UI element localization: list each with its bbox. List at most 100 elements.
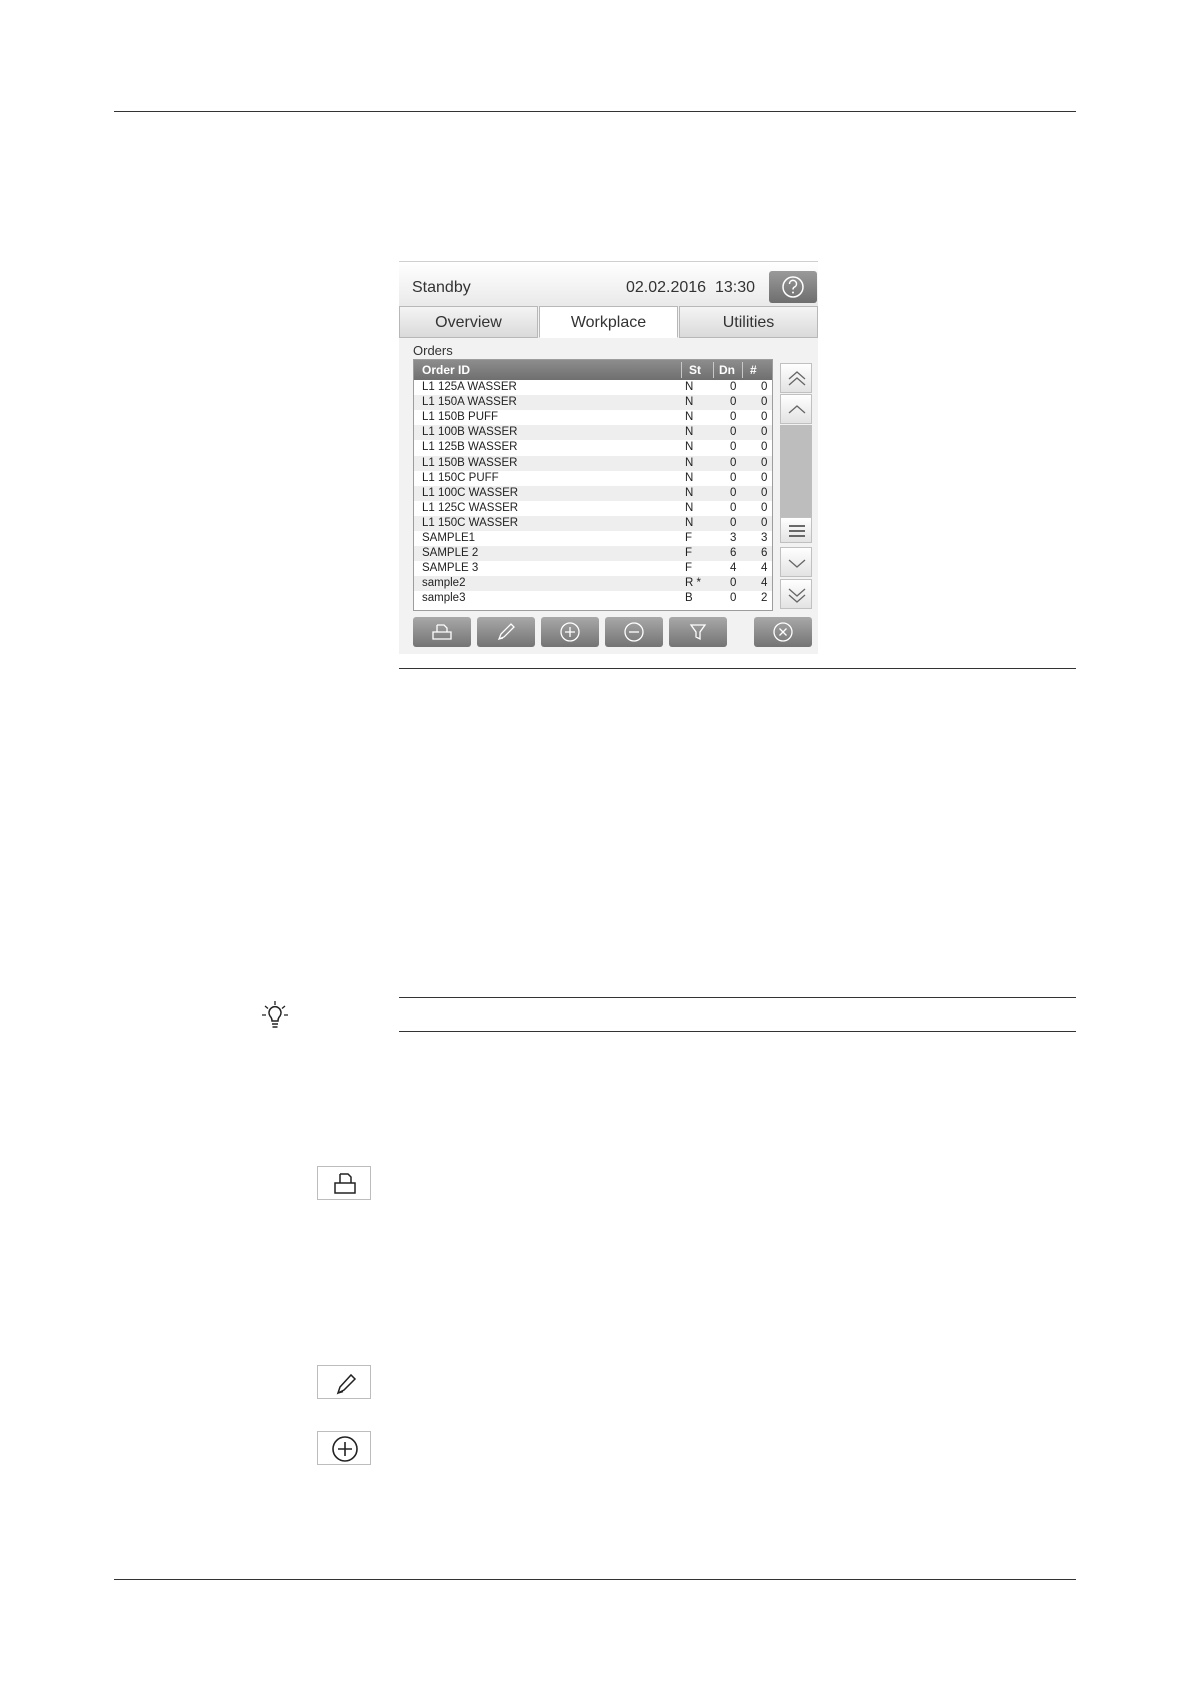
table-row[interactable]: L1 100C WASSER N 0 0	[414, 485, 772, 501]
done-cell: 0	[730, 411, 737, 424]
order-id-cell: L1 150C WASSER	[422, 516, 519, 529]
column-header-dn[interactable]: Dn	[719, 363, 735, 377]
order-id-cell: SAMPLE 2	[422, 547, 479, 560]
done-cell: 0	[730, 501, 737, 514]
scroll-up-button[interactable]	[780, 394, 812, 424]
count-cell: 0	[761, 486, 768, 499]
order-id-cell: SAMPLE 3	[422, 562, 479, 575]
scroll-thumb[interactable]	[780, 517, 812, 543]
count-cell: 0	[761, 426, 768, 439]
tip-bottom-rule	[399, 1031, 1076, 1032]
order-id-cell: L1 125B WASSER	[422, 441, 518, 454]
status-cell: B	[685, 592, 693, 605]
done-cell: 0	[730, 456, 737, 469]
column-header-count[interactable]: #	[750, 363, 757, 377]
table-row[interactable]: L1 150B PUFF N 0 0	[414, 410, 772, 425]
count-cell: 0	[761, 516, 768, 529]
column-divider	[742, 362, 743, 378]
tab-bar: Overview Workplace Utilities	[399, 306, 818, 339]
table-row[interactable]: SAMPLE 3 F 4 4	[414, 561, 772, 576]
table-row[interactable]: L1 100B WASSER N 0 0	[414, 425, 772, 441]
order-id-cell: L1 150B WASSER	[422, 456, 518, 469]
order-id-cell: SAMPLE1	[422, 532, 476, 544]
scroll-top-button[interactable]	[780, 363, 812, 393]
table-row[interactable]: L1 150C WASSER N 0 0	[414, 515, 772, 531]
status-cell: N	[685, 411, 694, 424]
time-text: 13:30	[715, 279, 756, 296]
column-header-order-id[interactable]: Order ID	[422, 363, 470, 377]
double-chevron-down-icon	[788, 588, 806, 603]
status-cell: N	[685, 516, 694, 529]
chevron-down-icon	[788, 559, 806, 568]
count-cell: 6	[761, 547, 768, 560]
done-cell: 0	[730, 471, 737, 484]
status-cell: N	[685, 381, 694, 393]
status-cell: R *	[685, 577, 701, 590]
status-cell: F	[685, 562, 693, 575]
plus-circle-icon	[332, 1436, 358, 1462]
count-cell: 0	[761, 501, 768, 514]
tab-overview[interactable]: Overview	[399, 306, 538, 338]
figure-bottom-rule	[399, 668, 1076, 669]
done-cell: 0	[730, 426, 737, 439]
lightbulb-icon	[262, 1001, 288, 1028]
edit-button[interactable]	[477, 617, 535, 647]
print-icon	[432, 624, 452, 640]
status-cell: F	[685, 532, 693, 544]
pencil-icon-legend	[317, 1365, 371, 1399]
scroll-bottom-button[interactable]	[780, 579, 812, 609]
table-row[interactable]: L1 125C WASSER N 0 0	[414, 501, 772, 516]
order-id-cell: L1 150C PUFF	[422, 471, 499, 484]
order-id-cell: sample3	[422, 592, 466, 605]
scroll-track[interactable]	[780, 425, 812, 525]
double-chevron-up-icon	[788, 371, 806, 386]
table-row[interactable]: L1 125B WASSER N 0 0	[414, 440, 772, 455]
table-row[interactable]: sample2 R * 0 4	[414, 576, 772, 592]
tab-workplace[interactable]: Workplace	[539, 306, 678, 338]
column-header-st[interactable]: St	[689, 363, 701, 377]
status-text: Standby	[412, 279, 471, 296]
order-id-cell: L1 100B WASSER	[422, 426, 518, 439]
orders-table: Order ID St Dn # L1 125A WASSER N 0 0 L1 150…	[413, 359, 773, 611]
count-cell: 4	[761, 562, 768, 575]
scroll-down-button[interactable]	[780, 547, 812, 577]
count-cell: 2	[761, 592, 768, 605]
scrollbar[interactable]	[780, 363, 812, 609]
done-cell: 4	[730, 562, 737, 575]
table-row[interactable]: L1 150A WASSER N 0 0	[414, 395, 772, 411]
close-circle-icon	[773, 622, 793, 642]
filter-button[interactable]	[669, 617, 727, 647]
table-row[interactable]: SAMPLE 2 F 6 6	[414, 546, 772, 562]
date-text: 02.02.2016	[626, 279, 707, 296]
status-cell: N	[685, 486, 694, 499]
count-cell: 3	[761, 532, 768, 544]
print-icon	[334, 1173, 356, 1194]
add-button[interactable]	[541, 617, 599, 647]
table-row[interactable]: L1 150B WASSER N 0 0	[414, 455, 772, 471]
done-cell: 0	[730, 592, 737, 605]
status-bar: Standby 02.02.2016 13:30	[399, 262, 818, 307]
print-button[interactable]	[413, 617, 471, 647]
order-id-cell: sample2	[422, 577, 466, 590]
help-button[interactable]	[769, 271, 817, 303]
help-icon	[782, 276, 804, 298]
table-row[interactable]: sample3 B 0 2	[414, 591, 772, 606]
order-id-cell: L1 100C WASSER	[422, 486, 519, 499]
tab-utilities[interactable]: Utilities	[679, 306, 818, 338]
count-cell: 0	[761, 456, 768, 469]
close-button[interactable]	[754, 617, 812, 647]
remove-button[interactable]	[605, 617, 663, 647]
status-cell: N	[685, 426, 694, 439]
done-cell: 6	[730, 547, 737, 560]
column-divider	[713, 362, 714, 378]
minus-circle-icon	[624, 622, 644, 642]
device-screen: Standby 02.02.2016 13:30 Overview Workpl…	[399, 261, 818, 654]
table-row[interactable]: L1 125A WASSER N 0 0	[414, 380, 772, 395]
status-cell: N	[685, 456, 694, 469]
table-row[interactable]: L1 150C PUFF N 0 0	[414, 471, 772, 486]
table-row[interactable]: SAMPLE1 F 3 3	[414, 531, 772, 546]
order-id-cell: L1 150A WASSER	[422, 396, 517, 409]
tip-top-rule	[399, 997, 1076, 998]
done-cell: 3	[730, 532, 737, 544]
done-cell: 0	[730, 516, 737, 529]
